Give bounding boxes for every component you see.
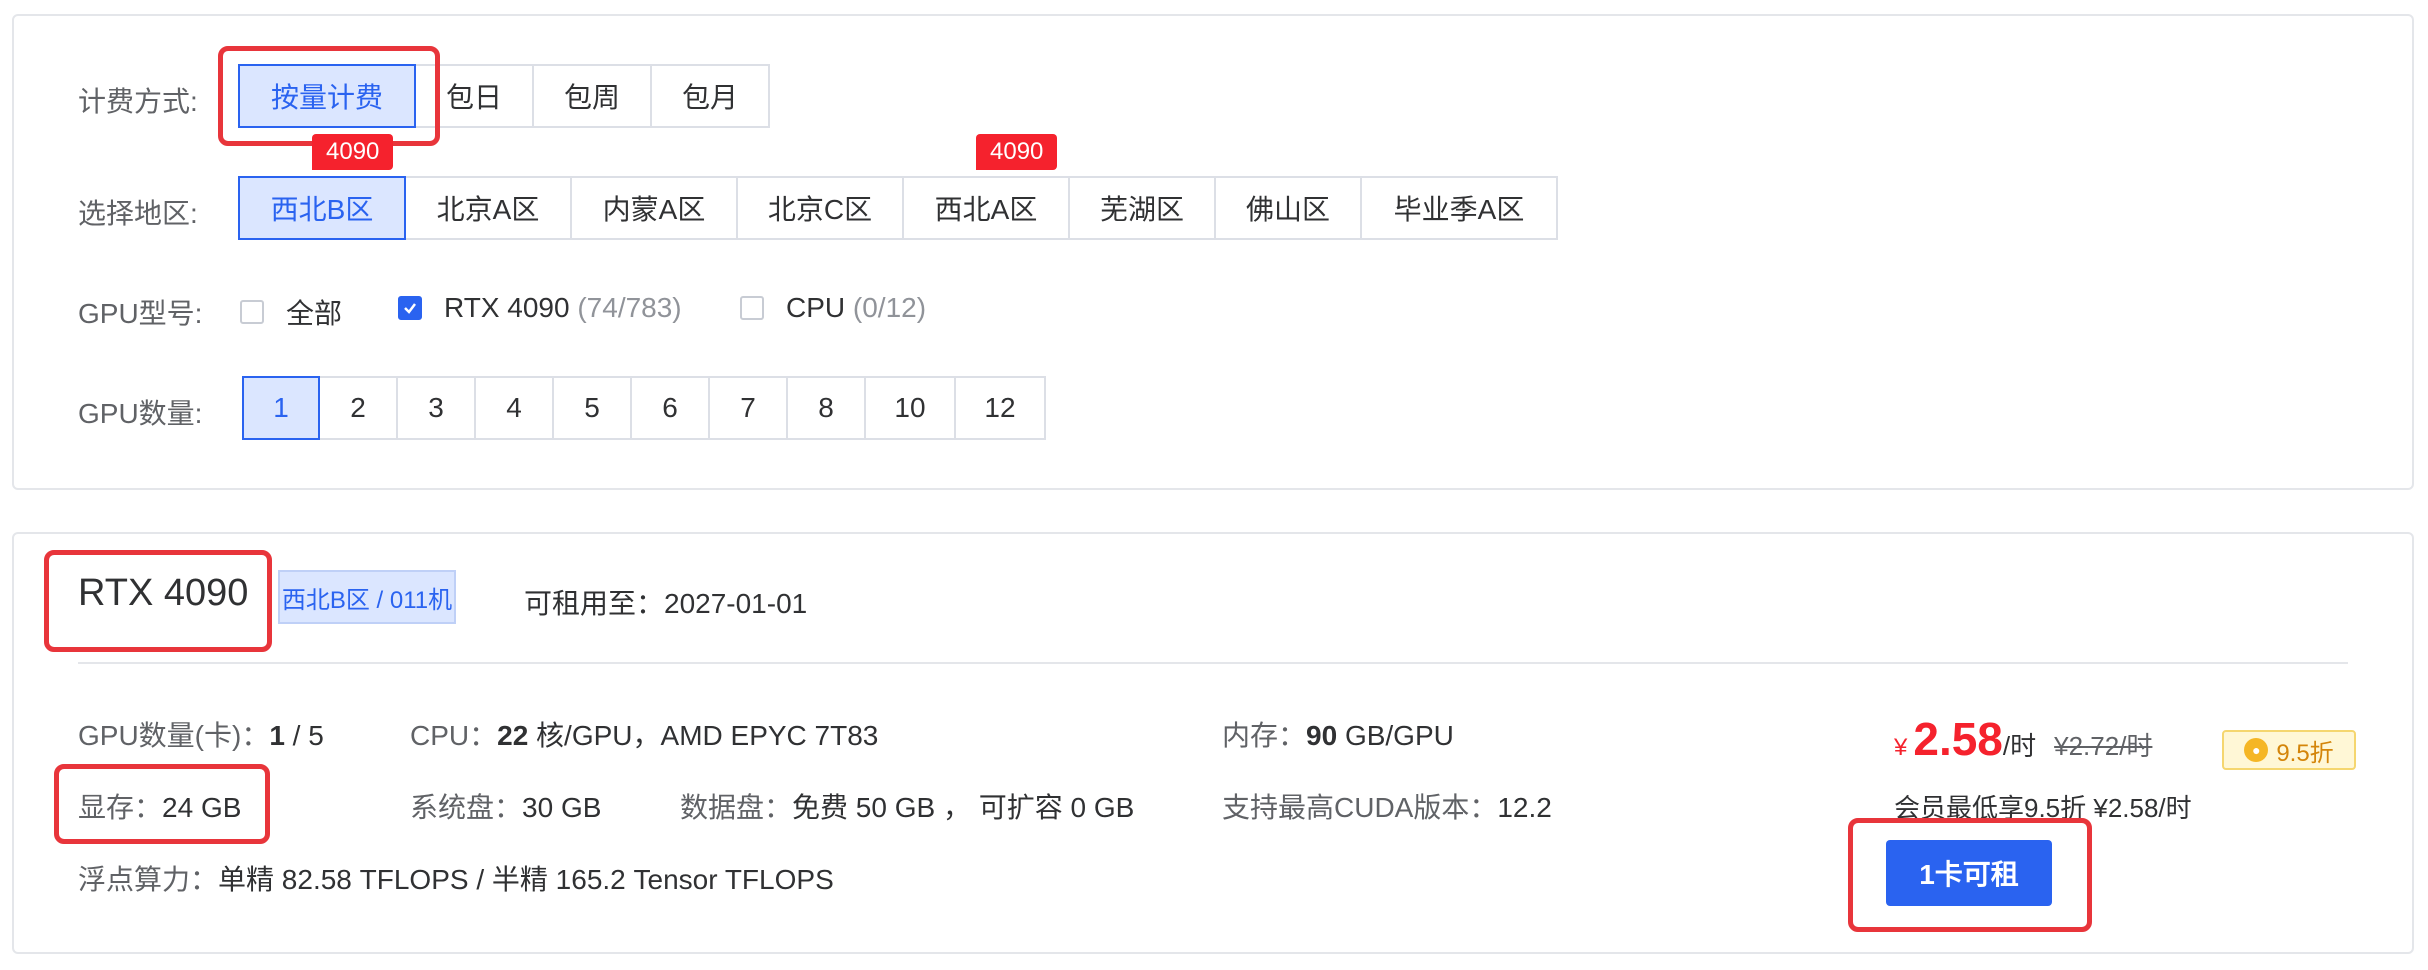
region-option-graduation-a[interactable]: 毕业季A区 — [1360, 176, 1558, 240]
region-option-xibei-b[interactable]: 4090 西北B区 — [238, 134, 406, 240]
highlight-frame-rent — [1848, 818, 2092, 932]
filter-panel: 计费方式: 按量计费 包日 包周 包月 选择地区: 4090 西北B区 北京A区… — [12, 14, 2414, 490]
price-currency: ¥ — [1894, 734, 1908, 761]
gpu-count-option[interactable]: 2 — [318, 376, 398, 440]
machine-region-tag: 西北B区 / 011机 — [278, 570, 456, 624]
region-option-xibei-a[interactable]: 4090 西北A区 — [902, 134, 1070, 240]
spec-label: GPU数量(卡)： — [78, 720, 270, 751]
gpu-model-name: 全部 — [286, 298, 343, 329]
gpu-count-option[interactable]: 7 — [708, 376, 788, 440]
region-option-wuhu[interactable]: 芜湖区 — [1068, 176, 1216, 240]
discount-badge: ● 9.5折 — [2222, 730, 2356, 770]
gpu-model-option-all[interactable]: 全部 — [240, 292, 342, 332]
spec-label: 内存： — [1222, 720, 1307, 751]
billing-label: 计费方式: — [78, 86, 198, 117]
billing-option-weekly[interactable]: 包周 — [532, 64, 652, 128]
spec-value: 单精 82.58 TFLOPS / 半精 165.2 Tensor TFLOPS — [218, 864, 834, 895]
price-block: ¥ 2.58 /时 ¥2.72/时 — [1894, 712, 2152, 766]
gpu-model-count: (0/12) — [852, 292, 927, 323]
gpu-count-option[interactable]: 1 — [242, 376, 320, 440]
region-badge: 4090 — [312, 134, 394, 170]
discount-text: 9.5折 — [2276, 739, 2334, 767]
region-option-neimeng-a[interactable]: 内蒙A区 — [570, 176, 738, 240]
billing-option-monthly[interactable]: 包月 — [650, 64, 770, 128]
region-option-beijing-c[interactable]: 北京C区 — [736, 176, 904, 240]
highlight-frame-gpu-name — [44, 550, 272, 652]
gpu-count-option[interactable]: 3 — [396, 376, 476, 440]
gpu-model-name: CPU — [786, 292, 846, 323]
spec-value-rest: 核/GPU，AMD EPYC 7T83 — [528, 720, 879, 751]
spec-label: CPU： — [410, 720, 498, 751]
spec-system-disk: 系统盘：30 GB — [410, 786, 601, 826]
divider — [78, 662, 2348, 664]
spec-label: 数据盘： — [680, 792, 793, 823]
spec-label: 系统盘： — [410, 792, 523, 823]
highlight-frame-vram — [54, 764, 270, 844]
price-unit: /时 — [2002, 731, 2037, 761]
gpu-count-option[interactable]: 6 — [630, 376, 710, 440]
gpu-count-option[interactable]: 12 — [954, 376, 1046, 440]
region-options: 4090 西北B区 北京A区 内蒙A区 北京C区 4090 西北A区 芜湖区 佛… — [238, 134, 1558, 240]
spec-value: 30 GB — [522, 792, 602, 823]
region-option-beijing-a[interactable]: 北京A区 — [404, 176, 572, 240]
spec-data-disk: 数据盘：免费 50 GB ， 可扩容 0 GB — [680, 786, 1134, 826]
spec-value: 1 — [269, 720, 285, 751]
spec-label: 浮点算力： — [78, 864, 219, 895]
spec-cuda: 支持最高CUDA版本：12.2 — [1222, 786, 1552, 826]
coin-icon: ● — [2244, 738, 2269, 762]
spec-value: 免费 50 GB ， 可扩容 0 GB — [792, 792, 1135, 823]
checkbox-cpu[interactable] — [740, 296, 764, 320]
spec-cpu: CPU：22 核/GPU，AMD EPYC 7T83 — [410, 714, 878, 754]
region-label: 选择地区: — [78, 198, 198, 229]
gpu-count-label: GPU数量: — [78, 398, 203, 429]
price-value: 2.58 — [1913, 713, 2003, 765]
available-until: 可租用至：2027-01-01 — [524, 588, 808, 619]
gpu-count-option[interactable]: 8 — [786, 376, 866, 440]
billing-option-pay-as-you-go[interactable]: 按量计费 — [238, 64, 416, 128]
gpu-model-count: (74/783) — [577, 292, 682, 323]
spec-gpu-count: GPU数量(卡)：1 / 5 — [78, 714, 324, 754]
gpu-count-option[interactable]: 5 — [552, 376, 632, 440]
spec-label: 支持最高CUDA版本： — [1222, 792, 1498, 823]
price-original: ¥2.72/时 — [2054, 731, 2153, 761]
checkbox-rtx4090[interactable] — [398, 296, 422, 320]
checkbox-all[interactable] — [240, 300, 264, 324]
gpu-count-option[interactable]: 10 — [864, 376, 956, 440]
region-option-label: 西北B区 — [270, 194, 374, 225]
spec-value: 22 — [497, 720, 529, 751]
gpu-model-label: GPU型号: — [78, 298, 203, 329]
spec-memory: 内存：90 GB/GPU — [1222, 714, 1454, 754]
spec-value: 12.2 — [1497, 792, 1552, 823]
spec-value-rest: GB/GPU — [1337, 720, 1454, 751]
gpu-model-option-rtx4090[interactable]: RTX 4090 (74/783) — [398, 292, 682, 324]
spec-value: 90 — [1306, 720, 1338, 751]
region-option-label: 西北A区 — [934, 194, 1038, 225]
region-badge: 4090 — [976, 134, 1058, 170]
gpu-count-option[interactable]: 4 — [474, 376, 554, 440]
machine-card: RTX 4090 西北B区 / 011机 可租用至：2027-01-01 GPU… — [12, 532, 2414, 954]
gpu-count-options: 1 2 3 4 5 6 7 8 10 12 — [242, 376, 1046, 440]
spec-value-rest: / 5 — [284, 720, 324, 751]
region-option-foshan[interactable]: 佛山区 — [1214, 176, 1362, 240]
gpu-model-option-cpu[interactable]: CPU (0/12) — [740, 292, 926, 324]
spec-flops: 浮点算力：单精 82.58 TFLOPS / 半精 165.2 Tensor T… — [78, 858, 834, 898]
gpu-model-name: RTX 4090 — [444, 292, 570, 323]
billing-options: 按量计费 包日 包周 包月 — [238, 64, 770, 128]
